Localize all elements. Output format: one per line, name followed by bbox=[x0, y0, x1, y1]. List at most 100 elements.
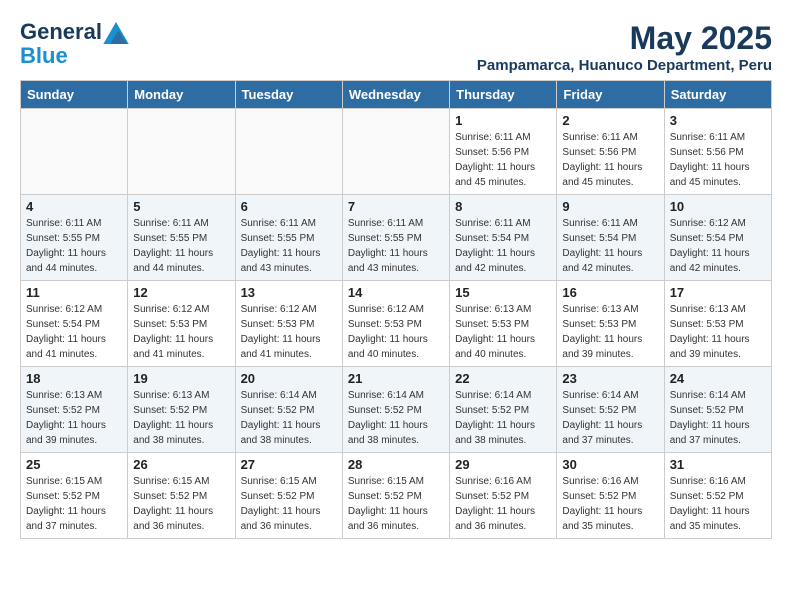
day-info: Sunrise: 6:13 AM Sunset: 5:53 PM Dayligh… bbox=[455, 302, 551, 362]
day-info: Sunrise: 6:13 AM Sunset: 5:53 PM Dayligh… bbox=[562, 302, 658, 362]
header-sunday: Sunday bbox=[21, 81, 128, 109]
logo-text: General bbox=[20, 20, 129, 44]
calendar-cell: 9Sunrise: 6:11 AM Sunset: 5:54 PM Daylig… bbox=[557, 195, 664, 281]
day-info: Sunrise: 6:12 AM Sunset: 5:54 PM Dayligh… bbox=[670, 216, 766, 276]
calendar-cell: 11 Sunrise: 6:12 AM Sunset: 5:54 PM Dayli… bbox=[21, 281, 128, 367]
day-number: 16 bbox=[562, 285, 658, 300]
calendar-cell: 27Sunrise: 6:15 AM Sunset: 5:52 PM Dayli… bbox=[235, 453, 342, 539]
header-friday: Friday bbox=[557, 81, 664, 109]
calendar-cell: 30Sunrise: 6:16 AM Sunset: 5:52 PM Dayli… bbox=[557, 453, 664, 539]
day-number: 1 bbox=[455, 113, 551, 128]
day-info: Sunrise: 6:13 AM Sunset: 5:52 PM Dayligh… bbox=[26, 388, 122, 448]
calendar-cell: 3 Sunrise: 6:11 AM Sunset: 5:56 PM Daylig… bbox=[664, 109, 771, 195]
day-info: Sunrise: 6:14 AM Sunset: 5:52 PM Dayligh… bbox=[455, 388, 551, 448]
day-info: Sunrise: 6:14 AM Sunset: 5:52 PM Dayligh… bbox=[670, 388, 766, 448]
day-info: Sunrise: 6:12 AM Sunset: 5:53 PM Dayligh… bbox=[133, 302, 229, 362]
calendar-cell: 1 Sunrise: 6:11 AM Sunset: 5:56 PM Daylig… bbox=[450, 109, 557, 195]
calendar-cell: 14 Sunrise: 6:12 AM Sunset: 5:53 PM Dayli… bbox=[342, 281, 449, 367]
calendar-cell bbox=[21, 109, 128, 195]
day-info: Sunrise: 6:13 AM Sunset: 5:52 PM Dayligh… bbox=[133, 388, 229, 448]
day-info: Sunrise: 6:13 AM Sunset: 5:53 PM Dayligh… bbox=[670, 302, 766, 362]
day-info: Sunrise: 6:14 AM Sunset: 5:52 PM Dayligh… bbox=[241, 388, 337, 448]
day-info: Sunrise: 6:11 AM Sunset: 5:55 PM Dayligh… bbox=[26, 216, 122, 276]
location-subtitle: Pampamarca, Huanuco Department, Peru bbox=[477, 57, 772, 74]
calendar-cell: 31 Sunrise: 6:16 AM Sunset: 5:52 PM Dayli… bbox=[664, 453, 771, 539]
day-number: 19 bbox=[133, 371, 229, 386]
day-info: Sunrise: 6:16 AM Sunset: 5:52 PM Dayligh… bbox=[670, 474, 766, 534]
day-number: 22 bbox=[455, 371, 551, 386]
header-monday: Monday bbox=[128, 81, 235, 109]
calendar-cell: 5Sunrise: 6:11 AM Sunset: 5:55 PM Daylig… bbox=[128, 195, 235, 281]
day-info: Sunrise: 6:11 AM Sunset: 5:55 PM Dayligh… bbox=[348, 216, 444, 276]
calendar-cell: 15 Sunrise: 6:13 AM Sunset: 5:53 PM Dayli… bbox=[450, 281, 557, 367]
day-number: 6 bbox=[241, 199, 337, 214]
calendar-week-2: 4 Sunrise: 6:11 AM Sunset: 5:55 PM Daylig… bbox=[21, 195, 772, 281]
page-header: General Blue May 2025 Pampamarca, Huanuc… bbox=[20, 20, 772, 74]
day-info: Sunrise: 6:11 AM Sunset: 5:55 PM Dayligh… bbox=[133, 216, 229, 276]
calendar-cell: 4 Sunrise: 6:11 AM Sunset: 5:55 PM Daylig… bbox=[21, 195, 128, 281]
calendar-cell: 19 Sunrise: 6:13 AM Sunset: 5:52 PM Dayli… bbox=[128, 367, 235, 453]
calendar-cell bbox=[128, 109, 235, 195]
calendar-cell: 17 Sunrise: 6:13 AM Sunset: 5:53 PM Dayli… bbox=[664, 281, 771, 367]
day-info: Sunrise: 6:14 AM Sunset: 5:52 PM Dayligh… bbox=[562, 388, 658, 448]
day-info: Sunrise: 6:11 AM Sunset: 5:54 PM Dayligh… bbox=[455, 216, 551, 276]
day-info: Sunrise: 6:15 AM Sunset: 5:52 PM Dayligh… bbox=[26, 474, 122, 534]
calendar-cell: 13Sunrise: 6:12 AM Sunset: 5:53 PM Dayli… bbox=[235, 281, 342, 367]
day-number: 9 bbox=[562, 199, 658, 214]
calendar-cell: 22 Sunrise: 6:14 AM Sunset: 5:52 PM Dayli… bbox=[450, 367, 557, 453]
day-info: Sunrise: 6:11 AM Sunset: 5:56 PM Dayligh… bbox=[455, 130, 551, 190]
day-info: Sunrise: 6:11 AM Sunset: 5:56 PM Dayligh… bbox=[562, 130, 658, 190]
header-thursday: Thursday bbox=[450, 81, 557, 109]
logo: General Blue bbox=[20, 20, 129, 68]
day-info: Sunrise: 6:16 AM Sunset: 5:52 PM Dayligh… bbox=[455, 474, 551, 534]
calendar-week-3: 11 Sunrise: 6:12 AM Sunset: 5:54 PM Dayli… bbox=[21, 281, 772, 367]
header-wednesday: Wednesday bbox=[342, 81, 449, 109]
calendar-header-row: SundayMondayTuesdayWednesdayThursdayFrid… bbox=[21, 81, 772, 109]
day-info: Sunrise: 6:15 AM Sunset: 5:52 PM Dayligh… bbox=[241, 474, 337, 534]
day-number: 21 bbox=[348, 371, 444, 386]
day-number: 20 bbox=[241, 371, 337, 386]
calendar-cell: 26 Sunrise: 6:15 AM Sunset: 5:52 PM Dayli… bbox=[128, 453, 235, 539]
day-number: 17 bbox=[670, 285, 766, 300]
calendar-cell: 28Sunrise: 6:15 AM Sunset: 5:52 PM Dayli… bbox=[342, 453, 449, 539]
day-number: 10 bbox=[670, 199, 766, 214]
calendar-week-1: 1 Sunrise: 6:11 AM Sunset: 5:56 PM Daylig… bbox=[21, 109, 772, 195]
day-number: 13 bbox=[241, 285, 337, 300]
day-number: 7 bbox=[348, 199, 444, 214]
calendar-week-5: 25 Sunrise: 6:15 AM Sunset: 5:52 PM Dayli… bbox=[21, 453, 772, 539]
day-number: 31 bbox=[670, 457, 766, 472]
day-info: Sunrise: 6:16 AM Sunset: 5:52 PM Dayligh… bbox=[562, 474, 658, 534]
day-info: Sunrise: 6:12 AM Sunset: 5:53 PM Dayligh… bbox=[348, 302, 444, 362]
logo-icon bbox=[103, 22, 129, 44]
calendar-cell: 24 Sunrise: 6:14 AM Sunset: 5:52 PM Dayli… bbox=[664, 367, 771, 453]
title-block: May 2025 Pampamarca, Huanuco Department,… bbox=[477, 20, 772, 74]
month-title: May 2025 bbox=[477, 20, 772, 57]
calendar-cell bbox=[342, 109, 449, 195]
calendar-cell: 8Sunrise: 6:11 AM Sunset: 5:54 PM Daylig… bbox=[450, 195, 557, 281]
logo-line2: Blue bbox=[20, 44, 129, 68]
calendar-cell: 10 Sunrise: 6:12 AM Sunset: 5:54 PM Dayli… bbox=[664, 195, 771, 281]
day-number: 26 bbox=[133, 457, 229, 472]
day-number: 14 bbox=[348, 285, 444, 300]
day-info: Sunrise: 6:11 AM Sunset: 5:56 PM Dayligh… bbox=[670, 130, 766, 190]
day-info: Sunrise: 6:14 AM Sunset: 5:52 PM Dayligh… bbox=[348, 388, 444, 448]
day-number: 15 bbox=[455, 285, 551, 300]
calendar-cell: 2 Sunrise: 6:11 AM Sunset: 5:56 PM Daylig… bbox=[557, 109, 664, 195]
day-number: 25 bbox=[26, 457, 122, 472]
day-info: Sunrise: 6:15 AM Sunset: 5:52 PM Dayligh… bbox=[133, 474, 229, 534]
day-number: 11 bbox=[26, 285, 122, 300]
day-number: 2 bbox=[562, 113, 658, 128]
header-tuesday: Tuesday bbox=[235, 81, 342, 109]
day-number: 24 bbox=[670, 371, 766, 386]
day-number: 18 bbox=[26, 371, 122, 386]
calendar-cell: 16 Sunrise: 6:13 AM Sunset: 5:53 PM Dayli… bbox=[557, 281, 664, 367]
calendar-cell: 23Sunrise: 6:14 AM Sunset: 5:52 PM Dayli… bbox=[557, 367, 664, 453]
day-info: Sunrise: 6:12 AM Sunset: 5:54 PM Dayligh… bbox=[26, 302, 122, 362]
calendar-cell: 25 Sunrise: 6:15 AM Sunset: 5:52 PM Dayli… bbox=[21, 453, 128, 539]
calendar-table: SundayMondayTuesdayWednesdayThursdayFrid… bbox=[20, 80, 772, 539]
header-saturday: Saturday bbox=[664, 81, 771, 109]
day-number: 3 bbox=[670, 113, 766, 128]
calendar-cell: 7 Sunrise: 6:11 AM Sunset: 5:55 PM Daylig… bbox=[342, 195, 449, 281]
calendar-week-4: 18 Sunrise: 6:13 AM Sunset: 5:52 PM Dayli… bbox=[21, 367, 772, 453]
day-number: 4 bbox=[26, 199, 122, 214]
